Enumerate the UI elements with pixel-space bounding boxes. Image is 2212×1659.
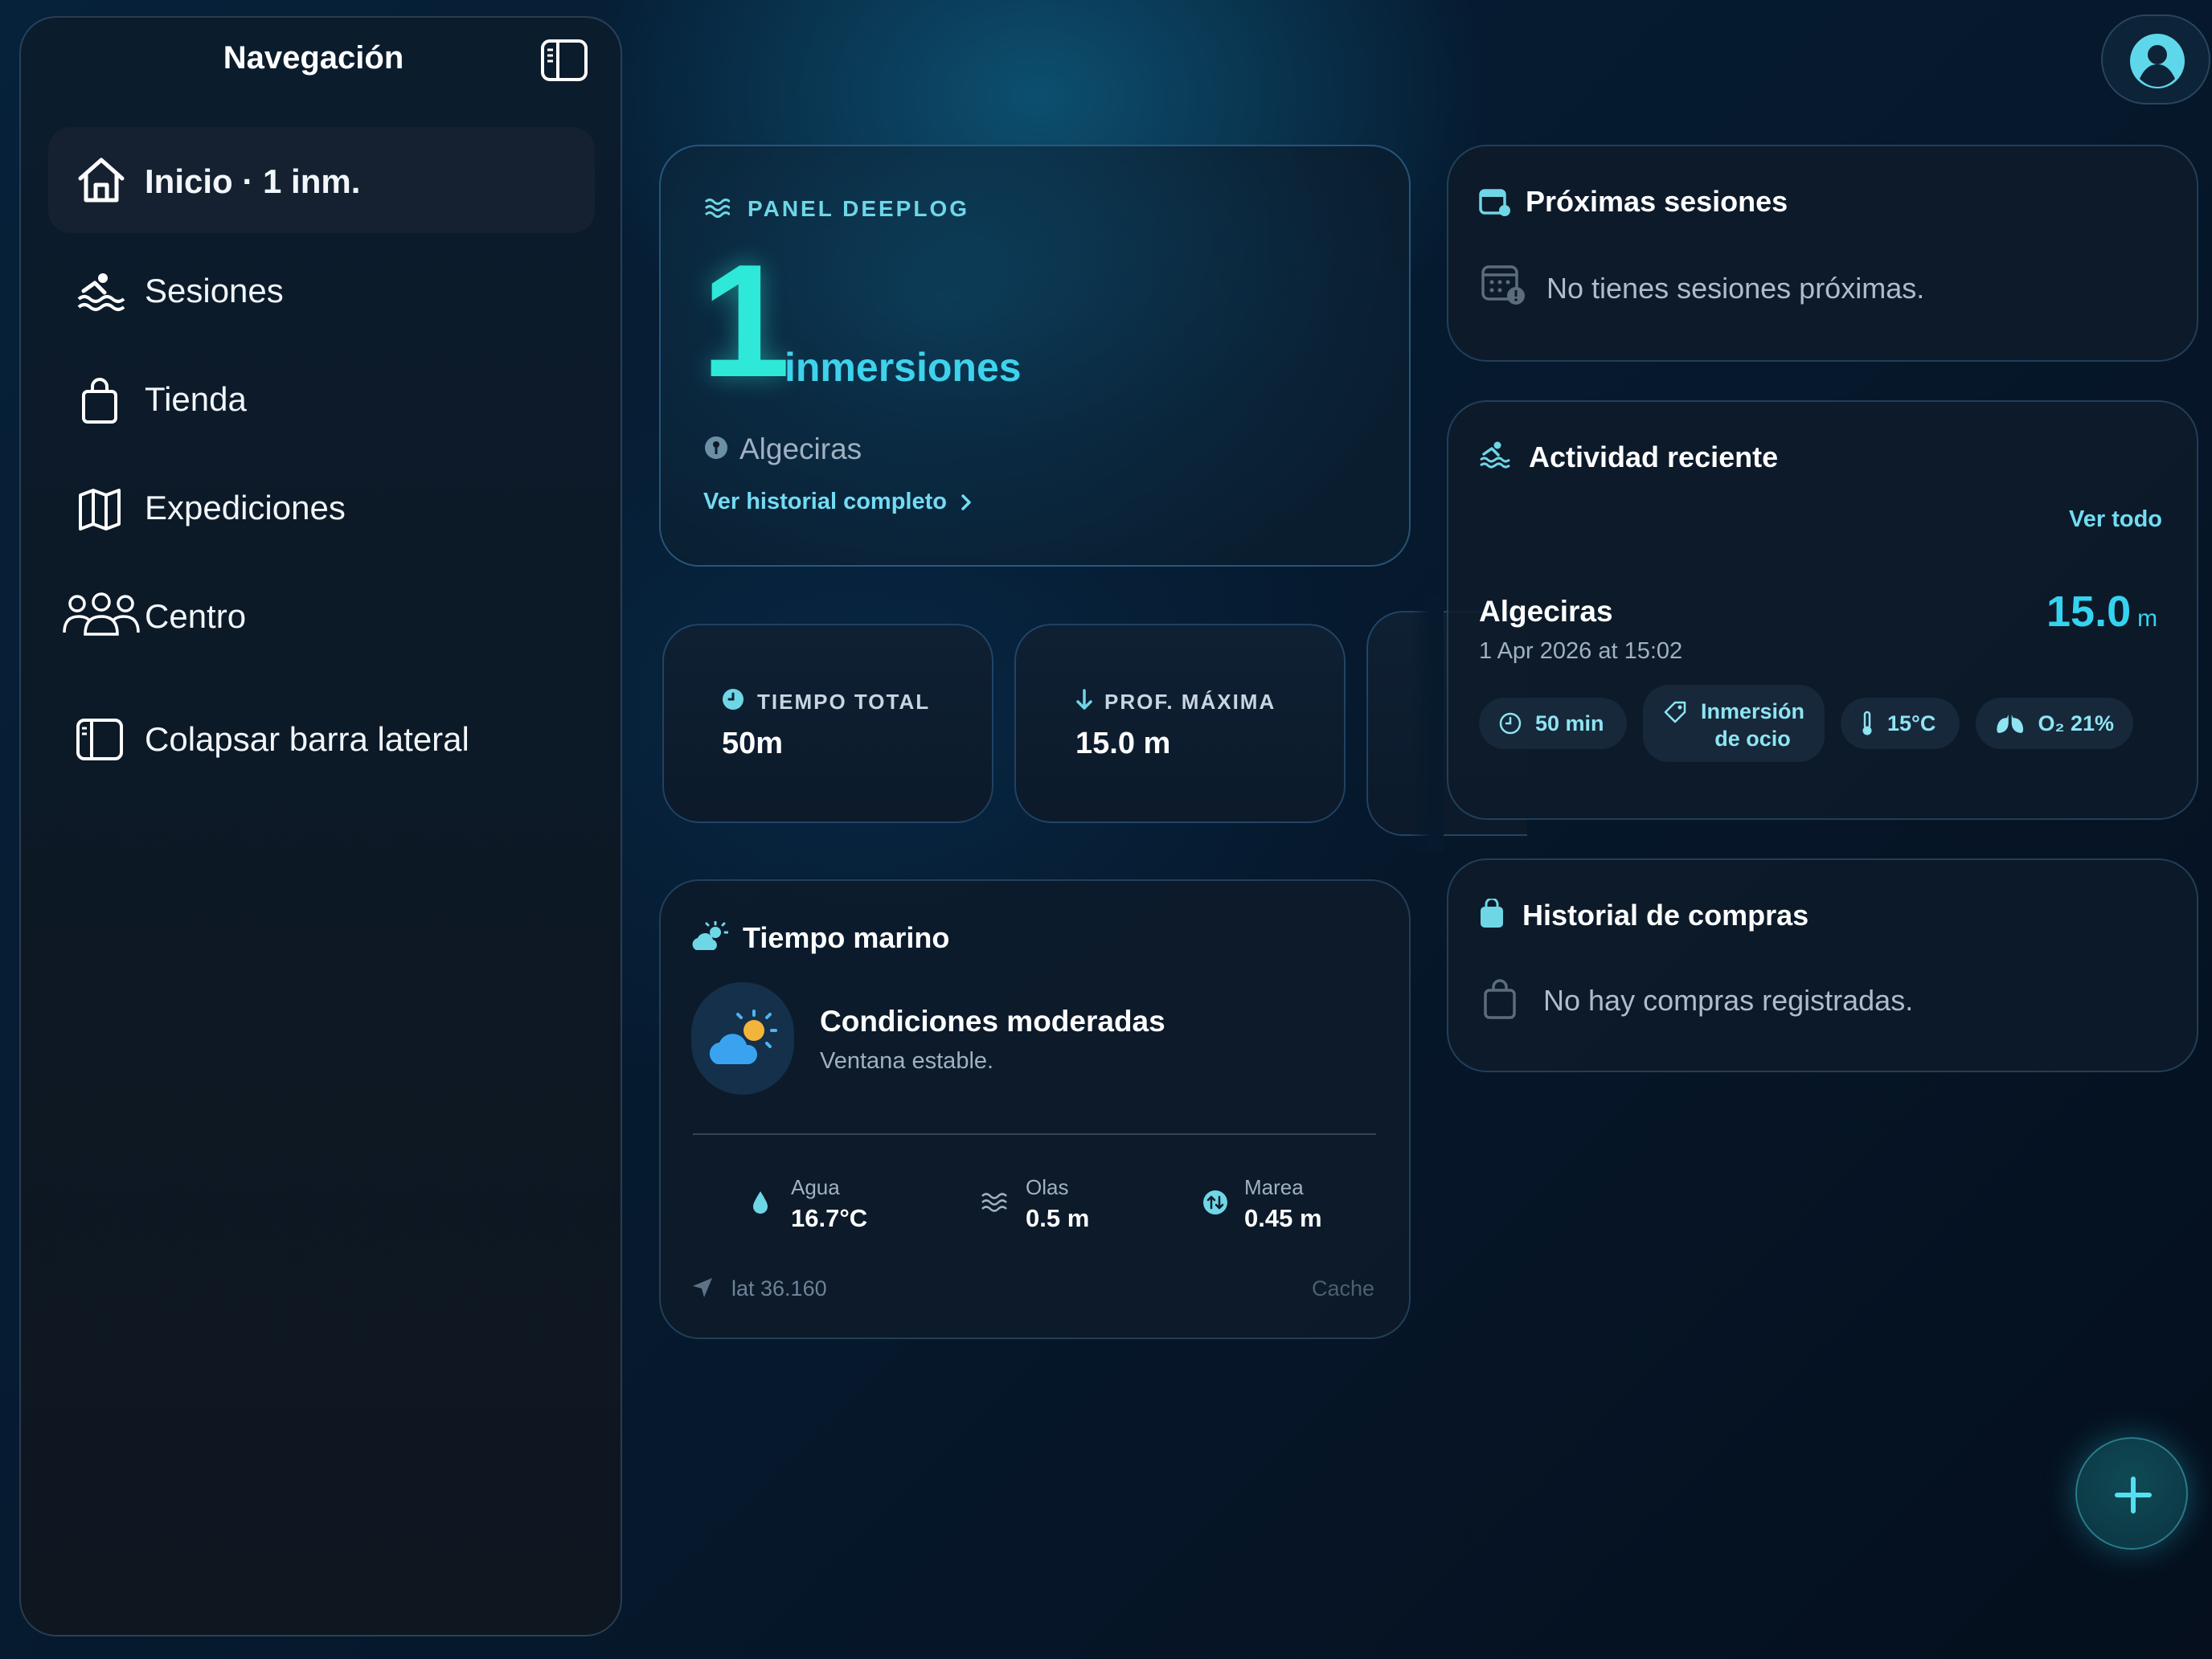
sidebar-item-label: Colapsar barra lateral [145,720,469,758]
activity-title: Actividad reciente [1529,440,1779,473]
cloud-sun-icon [692,921,728,950]
sidebar-item-label: Sesiones [145,272,284,309]
calendar-alert-icon [1481,265,1525,305]
weather-condition: Condiciones moderadas [820,1005,1165,1038]
metric-value: 0.5 m [1026,1204,1090,1232]
depth-value: 15.0 [2046,588,2132,636]
activity-date: 1 Apr 2026 at 15:02 [1479,638,1683,664]
lungs-icon [1997,715,2024,733]
upcoming-sessions-card [1447,145,2198,362]
purchases-title: Historial de compras [1522,899,1809,932]
dive-count: 1 [701,231,791,411]
waves-icon [981,1193,1007,1212]
temperature-text: 15°C [1887,711,1936,735]
upcoming-title: Próximas sesiones [1526,185,1788,218]
weather-title: Tiempo marino [743,921,950,954]
sidebar-icon [76,717,124,765]
add-dive-button[interactable] [2075,1437,2188,1550]
sidebar-icon [541,39,588,81]
sidebar-title: Navegación [223,40,404,76]
metric-value: 16.7°C [791,1204,868,1232]
sidebar-item-tienda[interactable]: Tienda [48,345,595,451]
tide-icon [1203,1190,1227,1215]
calendar-icon [1479,189,1510,216]
swimmer-icon [1480,441,1510,469]
tag-icon [1664,701,1686,723]
view-history-label: Ver historial completo [703,489,947,514]
weather-subtitle: Ventana estable. [820,1048,994,1074]
oxygen-text: O₂ 21% [2038,711,2114,735]
upcoming-empty: No tienes sesiones próximas. [1546,272,1925,305]
clock-icon [1499,712,1522,735]
stat-label: PROF. MÁXIMA [1104,690,1276,714]
sidebar-item-label: Expediciones [145,489,346,526]
sidebar-item-colapsar[interactable]: Colapsar barra lateral [48,685,595,791]
droplet-icon [753,1191,768,1214]
duration-chip: 50 min [1479,698,1627,749]
stat-card-total-time [662,624,993,823]
weather-icon-badge [691,982,794,1095]
purchases-empty: No hay compras registradas. [1543,984,1914,1017]
bag-icon [1481,899,1503,928]
see-all-link[interactable]: Ver todo [2069,506,2162,533]
temperature-chip: 15°C [1841,698,1960,749]
plus-icon [2115,1477,2152,1514]
depth-unit: m [2137,605,2158,632]
metric-label: Agua [791,1175,840,1199]
duration-text: 50 min [1535,711,1604,735]
scroll-fade [1411,595,1444,852]
cloud-sun-icon [709,1010,777,1064]
activity-place: Algeciras [1479,595,1613,628]
stat-card-max-depth [1014,624,1346,823]
bag-icon [1484,979,1516,1019]
thermometer-icon [1862,711,1872,735]
stat-value: 15.0 m [1075,727,1171,760]
dive-type-line1: Inmersión [1701,699,1805,723]
user-icon [2130,34,2185,88]
waves-icon [704,199,730,218]
location-arrow-icon [693,1278,712,1297]
bag-icon [76,377,124,425]
dive-count-unit: inmersiones [784,345,1022,390]
sidebar-item-expediciones[interactable]: Expediciones [48,453,595,559]
data-source: Cache [1312,1276,1375,1301]
metric-label: Olas [1026,1175,1069,1199]
profile-button[interactable] [2101,14,2210,104]
dive-location: Algeciras [739,432,862,465]
sidebar-toggle-button[interactable] [540,39,588,82]
panel-eyebrow: PANEL DEEPLOG [748,196,970,221]
oxygen-chip: O₂ 21% [1976,698,2133,749]
people-icon [61,592,141,641]
sidebar-item-centro[interactable]: Centro [48,562,595,668]
sidebar-item-inicio[interactable]: Inicio · 1 inm. [48,127,595,233]
coordinates: lat 36.160 [731,1276,827,1301]
metric-label: Marea [1244,1175,1304,1199]
location-pin-icon [705,436,727,459]
dive-type-line2: de ocio [1714,727,1791,751]
stat-label: TIEMPO TOTAL [757,690,931,714]
view-history-link[interactable]: Ver historial completo [703,489,973,515]
sidebar-item-label: Tienda [145,380,247,418]
house-icon [76,154,125,203]
clock-icon [723,689,743,710]
map-icon [76,485,124,534]
sidebar-item-label: Centro [145,597,247,635]
purchase-history-card [1447,858,2198,1072]
sidebar-item-label: Inicio · 1 inm. [145,162,361,200]
divider [693,1133,1376,1135]
arrow-down-icon [1076,689,1092,710]
metric-value: 0.45 m [1244,1204,1322,1232]
chevron-right-icon [961,494,971,510]
stat-value: 50m [722,727,784,760]
swimmer-icon [76,268,125,317]
dive-type-chip: Inmersión de ocio [1643,685,1825,762]
sidebar-item-sesiones[interactable]: Sesiones [48,236,595,342]
activity-depth: 15.0 m [2046,587,2157,637]
